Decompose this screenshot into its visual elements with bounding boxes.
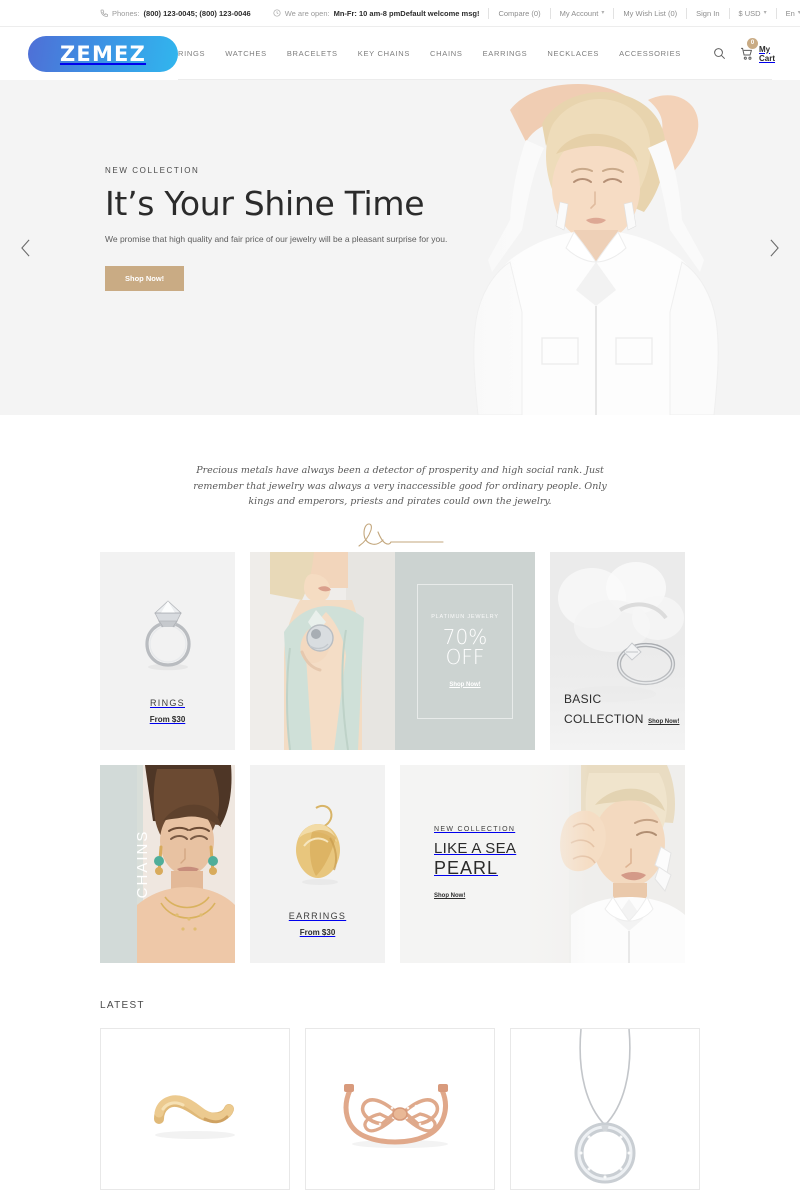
banner-rings[interactable]: RINGS From $30 bbox=[100, 552, 235, 751]
currency-selector[interactable]: $ USD ▾ bbox=[728, 7, 776, 19]
hero-prev-arrow[interactable] bbox=[20, 239, 31, 257]
phone-icon bbox=[100, 9, 108, 17]
nav-item-watches[interactable]: WATCHES bbox=[225, 49, 267, 58]
sign-in-link[interactable]: Sign In bbox=[686, 7, 728, 19]
welcome-message: Default welcome msg! bbox=[400, 8, 480, 18]
latest-products-grid bbox=[100, 1028, 700, 1191]
category-banner-grid: RINGS From $30 PLATIMUN JEWELRY 70% OFF … bbox=[100, 552, 700, 1191]
banner-pearl-line1: LIKE A SEA bbox=[434, 840, 517, 858]
product-card-diamond-circle-pendant[interactable] bbox=[510, 1028, 700, 1191]
promo-offer-panel: PLATIMUN JEWELRY 70% OFF Shop Now! bbox=[395, 552, 535, 751]
chains-model-photo bbox=[137, 765, 235, 964]
phones-value: (800) 123-0045; (800) 123-0046 bbox=[143, 8, 251, 18]
promo-shop-now-link[interactable]: Shop Now! bbox=[449, 682, 480, 688]
phones-info: Phones: (800) 123-0045; (800) 123-0046 bbox=[100, 9, 251, 18]
chevron-down-icon: ▾ bbox=[601, 9, 605, 16]
clock-icon bbox=[273, 9, 281, 17]
banner-basic-copy: BASIC COLLECTION Shop Now! bbox=[564, 690, 679, 728]
chevron-down-icon: ▾ bbox=[763, 9, 767, 16]
top-utility-bar: Phones: (800) 123-0045; (800) 123-0046 W… bbox=[0, 0, 800, 27]
topbar-contact-group: Phones: (800) 123-0045; (800) 123-0046 W… bbox=[100, 9, 400, 18]
cart-label: My Cart bbox=[759, 44, 776, 63]
rose-gold-bow-bracelet-image bbox=[343, 1084, 448, 1149]
banner-sea-pearl-copy: NEW COLLECTION LIKE A SEA PEARL Shop Now… bbox=[400, 826, 516, 902]
phones-label: Phones: bbox=[112, 8, 140, 18]
cart-icon bbox=[740, 47, 754, 61]
nav-item-necklaces[interactable]: NECKLACES bbox=[547, 49, 599, 58]
banner-pearl-line2: PEARL bbox=[434, 857, 499, 878]
latest-products-section: LATEST bbox=[100, 1000, 700, 1191]
banner-pearl-kicker: NEW COLLECTION bbox=[434, 826, 516, 834]
gold-infinity-ring-image bbox=[154, 1095, 235, 1140]
banner-rings-price: From $30 bbox=[149, 715, 186, 725]
nav-item-earrings[interactable]: EARRINGS bbox=[483, 49, 528, 58]
header-tools: 0 My Cart bbox=[713, 37, 776, 63]
latest-section-title: LATEST bbox=[100, 1000, 145, 1012]
product-card-gold-infinity-ring[interactable] bbox=[100, 1028, 290, 1191]
banner-earrings-price: From $30 bbox=[299, 928, 336, 938]
banner-basic-collection[interactable]: BASIC COLLECTION Shop Now! bbox=[550, 552, 685, 751]
banner-rings-title: RINGS bbox=[149, 698, 185, 709]
cart-button[interactable]: 0 My Cart bbox=[740, 37, 776, 63]
site-logo[interactable]: ZEMEZ bbox=[28, 35, 178, 72]
nav-item-key-chains[interactable]: KEY CHAINS bbox=[358, 49, 410, 58]
hero-slider: NEW COLLECTION It’s Your Shine Time We p… bbox=[0, 80, 800, 415]
product-card-rose-gold-bow-bracelet[interactable] bbox=[305, 1028, 495, 1191]
banner-basic-line1: BASIC bbox=[564, 692, 602, 707]
banner-platinum-promo[interactable]: PLATIMUN JEWELRY 70% OFF Shop Now! bbox=[250, 552, 535, 751]
hours-value: Mn-Fr: 10 am-8 pm bbox=[333, 8, 401, 18]
hours-info: We are open: Mn-Fr: 10 am-8 pm bbox=[273, 8, 401, 18]
logo-text: ZEMEZ bbox=[59, 41, 147, 66]
banner-earrings-title: EARRINGS bbox=[288, 911, 347, 922]
hero-title: It’s Your Shine Time bbox=[105, 184, 425, 223]
ring-illustration bbox=[139, 593, 197, 678]
compare-link[interactable]: Compare (0) bbox=[488, 7, 549, 19]
nav-item-rings[interactable]: RINGS bbox=[178, 49, 205, 58]
promo-offer-frame: PLATIMUN JEWELRY 70% OFF Shop Now! bbox=[417, 583, 513, 719]
cart-count-badge: 0 bbox=[747, 37, 758, 49]
banner-pearl-shop-now-link[interactable]: Shop Now! bbox=[434, 893, 465, 899]
hero-shop-now-button[interactable]: Shop Now! bbox=[105, 266, 185, 292]
hero-eyebrow: NEW COLLECTION bbox=[105, 166, 200, 175]
hero-next-arrow[interactable] bbox=[769, 239, 780, 257]
intro-quote-text: Precious metals have always been a detec… bbox=[193, 465, 607, 508]
pearl-model-photo bbox=[525, 765, 685, 964]
banner-earrings[interactable]: EARRINGS From $30 bbox=[250, 765, 385, 964]
topbar-links-group: Default welcome msg! Compare (0) My Acco… bbox=[400, 7, 800, 19]
banner-chains[interactable]: CHAINS bbox=[100, 765, 235, 964]
banner-row-1: RINGS From $30 PLATIMUN JEWELRY 70% OFF … bbox=[100, 552, 700, 751]
site-header: ZEMEZ RINGS WATCHES BRACELETS KEY CHAINS… bbox=[0, 27, 800, 80]
main-navigation: RINGS WATCHES BRACELETS KEY CHAINS CHAIN… bbox=[178, 37, 776, 63]
nav-item-bracelets[interactable]: BRACELETS bbox=[287, 49, 338, 58]
earring-illustration bbox=[290, 802, 346, 893]
banner-basic-line2: COLLECTION bbox=[564, 712, 644, 727]
hero-subtitle: We promise that high quality and fair pr… bbox=[105, 234, 448, 245]
banner-basic-shop-now-link[interactable]: Shop Now! bbox=[648, 719, 679, 725]
signature-graphic bbox=[0, 522, 800, 552]
banner-row-2: CHAINS EARRINGS From $30 NEW COLLECTION … bbox=[100, 765, 700, 964]
hero-copy: NEW COLLECTION It’s Your Shine Time We p… bbox=[105, 166, 455, 292]
banner-chains-label: CHAINS bbox=[133, 829, 151, 899]
nav-item-accessories[interactable]: ACCESSORIES bbox=[619, 49, 681, 58]
nav-item-chains[interactable]: CHAINS bbox=[430, 49, 463, 58]
promo-discount-off: OFF bbox=[445, 645, 485, 670]
my-account-link[interactable]: My Account ▾ bbox=[549, 7, 614, 19]
language-selector[interactable]: En ▾ bbox=[775, 7, 800, 19]
wishlist-link[interactable]: My Wish List (0) bbox=[613, 7, 686, 19]
diamond-circle-pendant-necklace-image bbox=[574, 1029, 636, 1184]
promo-model-photo bbox=[250, 552, 395, 751]
intro-quote-section: Precious metals have always been a detec… bbox=[0, 415, 800, 552]
hours-label: We are open: bbox=[284, 8, 330, 18]
promo-kicker: PLATIMUN JEWELRY bbox=[431, 614, 499, 621]
search-icon[interactable] bbox=[713, 47, 726, 60]
banner-sea-pearl[interactable]: NEW COLLECTION LIKE A SEA PEARL Shop Now… bbox=[400, 765, 685, 964]
